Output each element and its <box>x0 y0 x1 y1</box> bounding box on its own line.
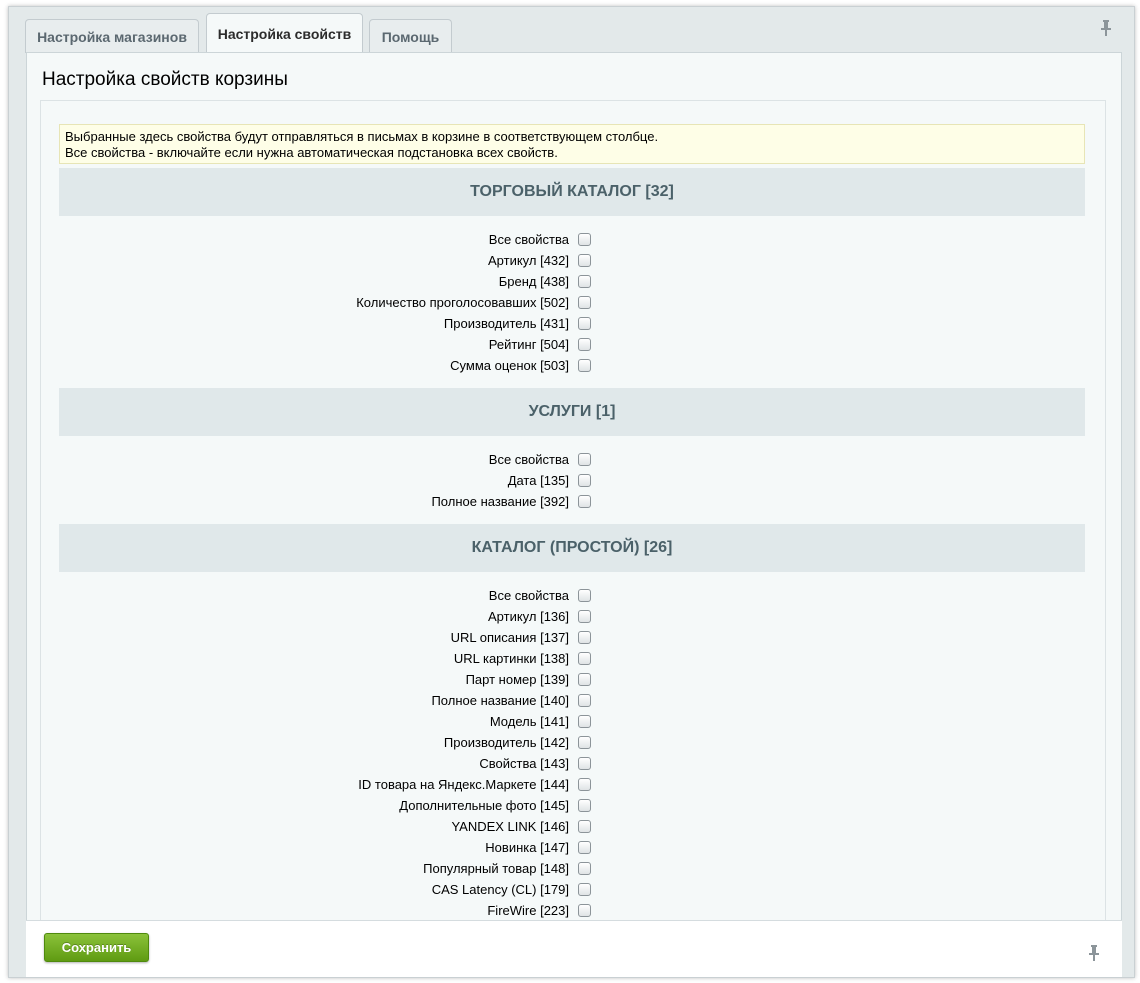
property-checkbox[interactable] <box>578 715 591 728</box>
property-label: Парт номер [139] <box>465 672 569 687</box>
pin-icon[interactable] <box>1089 945 1099 961</box>
property-checkbox[interactable] <box>578 233 591 246</box>
property-row: Свойства [143] <box>59 754 1085 775</box>
property-checkbox[interactable] <box>578 275 591 288</box>
property-checkbox[interactable] <box>578 254 591 267</box>
property-label: Дата [135] <box>507 473 569 488</box>
property-checkbox[interactable] <box>578 904 591 917</box>
info-note: Выбранные здесь свойства будут отправлят… <box>59 124 1085 164</box>
property-label: Свойства [143] <box>479 756 569 771</box>
property-checkbox[interactable] <box>578 820 591 833</box>
property-label: YANDEX LINK [146] <box>451 819 569 834</box>
property-checkbox[interactable] <box>578 359 591 372</box>
property-label: Новинка [147] <box>485 840 569 855</box>
property-row: Количество проголосовавших [502] <box>59 293 1085 314</box>
info-note-line: Все свойства - включайте если нужна авто… <box>65 145 558 160</box>
property-row: Бренд [438] <box>59 272 1085 293</box>
property-checkbox[interactable] <box>578 453 591 466</box>
property-row: Все свойства <box>59 450 1085 471</box>
app-window: Настройка магазинов Настройка свойств По… <box>8 6 1135 978</box>
tab-label: Настройка свойств <box>217 25 352 42</box>
property-checkbox[interactable] <box>578 736 591 749</box>
property-row: Рейтинг [504] <box>59 335 1085 356</box>
property-label: Производитель [431] <box>443 316 569 331</box>
section-header: КАТАЛОГ (ПРОСТОЙ) [26] <box>59 524 1085 572</box>
section-header: ТОРГОВЫЙ КАТАЛОГ [32] <box>59 168 1085 216</box>
property-checkbox[interactable] <box>578 652 591 665</box>
property-row: URL описания [137] <box>59 628 1085 649</box>
property-label: Артикул [432] <box>488 253 569 268</box>
property-checkbox[interactable] <box>578 883 591 896</box>
info-note-line: Выбранные здесь свойства будут отправлят… <box>65 129 659 144</box>
property-checkbox[interactable] <box>578 610 591 623</box>
tab-help[interactable]: Помощь <box>369 19 452 53</box>
property-checkbox[interactable] <box>578 694 591 707</box>
property-row: Полное название [392] <box>59 492 1085 513</box>
pin-icon[interactable] <box>1101 20 1111 36</box>
property-label: Количество проголосовавших [502] <box>356 295 569 310</box>
property-row: CAS Latency (CL) [179] <box>59 880 1085 901</box>
property-label: ID товара на Яндекс.Маркете [144] <box>358 777 569 792</box>
property-label: Популярный товар [148] <box>423 861 569 876</box>
tab-label: Помощь <box>381 28 440 45</box>
tab-store-settings[interactable]: Настройка магазинов <box>25 19 199 53</box>
property-row: FireWire [223] <box>59 901 1085 922</box>
tab-property-settings[interactable]: Настройка свойств <box>206 13 363 53</box>
property-row: Новинка [147] <box>59 838 1085 859</box>
tab-bar: Настройка магазинов Настройка свойств По… <box>25 13 1115 53</box>
page-title: Настройка свойств корзины <box>42 69 288 90</box>
property-label: URL описания [137] <box>450 630 569 645</box>
property-label: Все свойства <box>488 588 569 603</box>
property-label: Все свойства <box>488 232 569 247</box>
property-row: Парт номер [139] <box>59 670 1085 691</box>
property-checkbox[interactable] <box>578 862 591 875</box>
property-label: Все свойства <box>488 452 569 467</box>
property-label: URL картинки [138] <box>453 651 569 666</box>
property-checkbox[interactable] <box>578 799 591 812</box>
property-row: YANDEX LINK [146] <box>59 817 1085 838</box>
property-label: Полное название [392] <box>431 494 569 509</box>
property-label: CAS Latency (CL) [179] <box>431 882 569 897</box>
property-checkbox[interactable] <box>578 841 591 854</box>
property-checkbox[interactable] <box>578 296 591 309</box>
property-label: Артикул [136] <box>488 609 569 624</box>
property-checkbox[interactable] <box>578 631 591 644</box>
tab-label: Настройка магазинов <box>37 28 187 45</box>
footer-bar: Сохранить <box>26 920 1122 977</box>
property-row: Все свойства <box>59 586 1085 607</box>
property-row: Артикул [432] <box>59 251 1085 272</box>
property-checkbox[interactable] <box>578 757 591 770</box>
property-checkbox[interactable] <box>578 338 591 351</box>
section-header: УСЛУГИ [1] <box>59 388 1085 436</box>
property-checkbox[interactable] <box>578 474 591 487</box>
property-label: Рейтинг [504] <box>488 337 569 352</box>
property-row: ID товара на Яндекс.Маркете [144] <box>59 775 1085 796</box>
property-label: Бренд [438] <box>498 274 569 289</box>
property-row: Полное название [140] <box>59 691 1085 712</box>
property-row: Сумма оценок [503] <box>59 356 1085 377</box>
properties-form: Выбранные здесь свойства будут отправлят… <box>40 100 1106 940</box>
property-row: URL картинки [138] <box>59 649 1085 670</box>
property-label: Производитель [142] <box>443 735 569 750</box>
property-checkbox[interactable] <box>578 495 591 508</box>
property-row: Все свойства <box>59 230 1085 251</box>
property-row: Производитель [142] <box>59 733 1085 754</box>
property-checkbox[interactable] <box>578 317 591 330</box>
property-checkbox[interactable] <box>578 589 591 602</box>
property-label: Дополнительные фото [145] <box>399 798 569 813</box>
property-checkbox[interactable] <box>578 778 591 791</box>
property-row: Популярный товар [148] <box>59 859 1085 880</box>
property-row: Дата [135] <box>59 471 1085 492</box>
property-checkbox[interactable] <box>578 673 591 686</box>
settings-panel: Настройка свойств корзины Выбранные здес… <box>26 52 1122 940</box>
property-label: FireWire [223] <box>487 903 569 918</box>
property-row: Модель [141] <box>59 712 1085 733</box>
property-row: Артикул [136] <box>59 607 1085 628</box>
property-label: Сумма оценок [503] <box>450 358 569 373</box>
property-label: Модель [141] <box>489 714 569 729</box>
property-label: Полное название [140] <box>431 693 569 708</box>
property-row: Производитель [431] <box>59 314 1085 335</box>
save-button[interactable]: Сохранить <box>44 933 149 962</box>
property-row: Дополнительные фото [145] <box>59 796 1085 817</box>
